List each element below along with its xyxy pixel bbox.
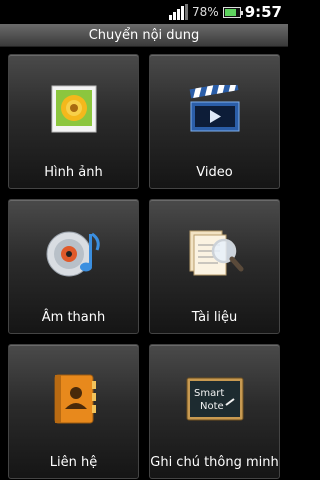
clock: 9:57 (244, 3, 282, 21)
tile-photos[interactable]: Hình ảnh (8, 54, 139, 189)
content-grid: Hình ảnh Video Âm thanh Tài liệu Liên hệ… (8, 54, 280, 479)
page-title: Chuyển nội dung (88, 27, 200, 43)
tile-label: Hình ảnh (44, 165, 103, 180)
smart-note-word-1: Smart (194, 388, 224, 399)
tile-label: Ghi chú thông minh (150, 455, 279, 470)
photo-icon (44, 79, 104, 139)
document-search-icon (185, 224, 245, 284)
tile-label: Tài liệu (191, 310, 238, 325)
battery-percent: 78% (192, 5, 219, 19)
smart-note-word-2: Note (200, 401, 224, 412)
status-bar: 78% 9:57 (0, 0, 288, 24)
contacts-book-icon (44, 369, 104, 429)
tile-label: Liên hệ (49, 455, 98, 470)
smart-note-icon: Smart Note (185, 369, 245, 429)
clapperboard-icon (185, 79, 245, 139)
title-bar: Chuyển nội dung (0, 24, 288, 47)
tile-audio[interactable]: Âm thanh (8, 199, 139, 334)
tile-video[interactable]: Video (149, 54, 280, 189)
signal-icon (169, 4, 189, 20)
tile-documents[interactable]: Tài liệu (149, 199, 280, 334)
tile-label: Video (196, 165, 233, 180)
battery-icon (222, 6, 243, 18)
music-disc-icon (44, 224, 104, 284)
tile-smart-note[interactable]: Smart Note Ghi chú thông minh (149, 344, 280, 479)
tile-contacts[interactable]: Liên hệ (8, 344, 139, 479)
tile-label: Âm thanh (41, 310, 106, 325)
